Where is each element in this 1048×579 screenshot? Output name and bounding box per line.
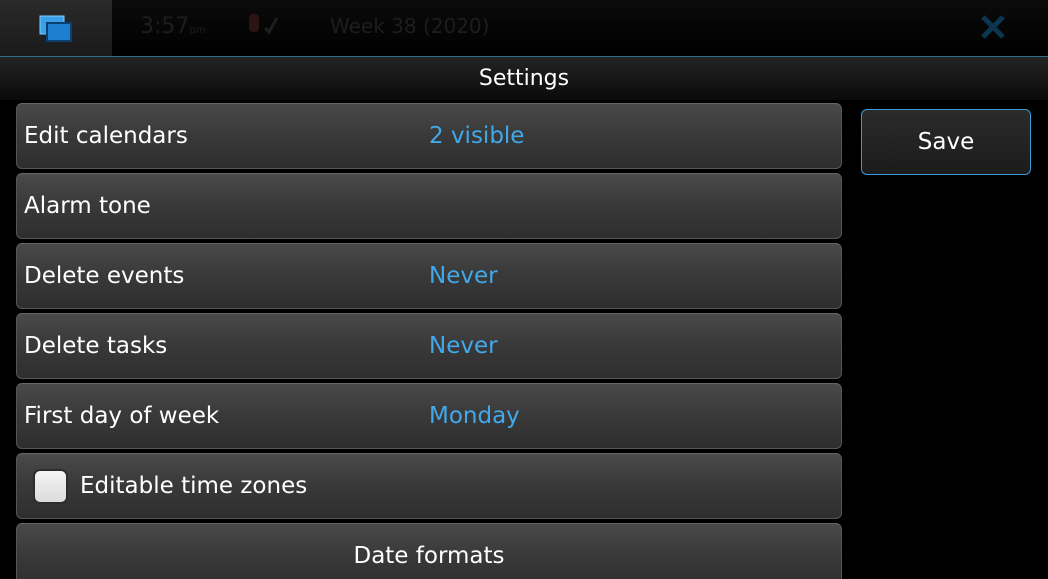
setting-label: Delete events	[24, 263, 185, 289]
setting-label: First day of week	[24, 403, 220, 429]
setting-label: Editable time zones	[80, 473, 308, 499]
setting-delete-events[interactable]: Delete events Never	[16, 243, 842, 309]
setting-value: Never	[429, 333, 498, 359]
setting-alarm-tone[interactable]: Alarm tone	[16, 173, 842, 239]
setting-value: Never	[429, 263, 498, 289]
setting-label: Alarm tone	[24, 193, 151, 219]
date-formats-label: Date formats	[353, 543, 505, 569]
status-bar: 3:57pm Week 38 (2020)	[0, 0, 1048, 56]
task-switcher-button[interactable]	[0, 0, 112, 56]
setting-label: Edit calendars	[24, 123, 188, 149]
page-title: Settings	[0, 57, 1048, 100]
close-button[interactable]	[980, 12, 1006, 46]
alarm-icon	[245, 10, 279, 45]
setting-editable-time-zones[interactable]: Editable time zones	[16, 453, 842, 519]
setting-value: Monday	[429, 403, 520, 429]
setting-delete-tasks[interactable]: Delete tasks Never	[16, 313, 842, 379]
setting-value: 2 visible	[429, 123, 525, 149]
date-formats-button[interactable]: Date formats	[16, 523, 842, 579]
task-switcher-icon	[39, 15, 72, 42]
status-week: Week 38 (2020)	[330, 14, 490, 38]
setting-edit-calendars[interactable]: Edit calendars 2 visible	[16, 103, 842, 169]
save-button[interactable]: Save	[861, 109, 1031, 175]
status-time: 3:57pm	[140, 14, 206, 39]
setting-first-day-of-week[interactable]: First day of week Monday	[16, 383, 842, 449]
setting-label: Delete tasks	[24, 333, 168, 359]
settings-list: Edit calendars 2 visible Alarm tone Dele…	[16, 103, 842, 579]
editable-time-zones-checkbox[interactable]	[33, 469, 68, 504]
close-icon	[981, 15, 1005, 39]
